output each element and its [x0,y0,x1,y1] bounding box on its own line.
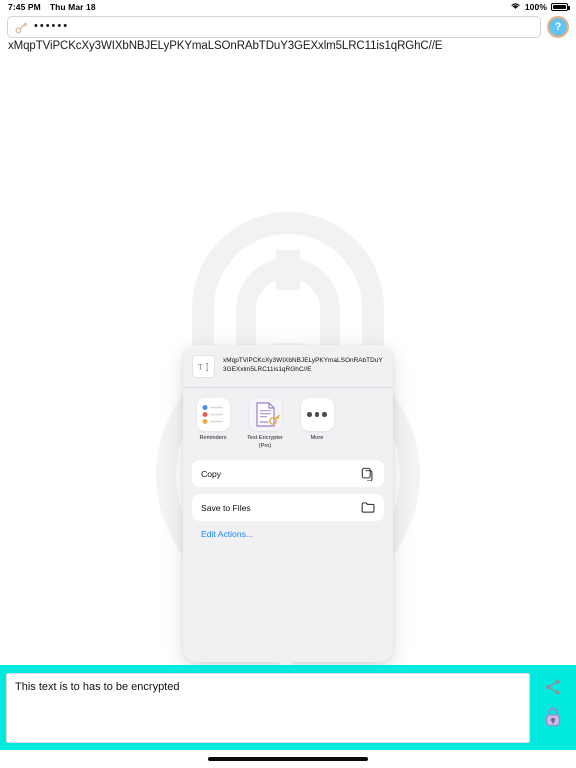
password-input[interactable]: •••••• [7,16,541,38]
bottom-input-panel: This text is to has to be encrypted [0,665,576,750]
action-save-to-files-label: Save to Files [201,502,251,513]
ellipsis-icon [300,398,334,431]
encrypted-output-text: xMqpTViPCKcXy3WIXbNBJELyPKYmaLSOnRAbTDuY… [8,40,443,52]
help-button[interactable]: ? [547,16,569,38]
share-sheet-action-list: Copy Save to Files Edit Actions... [183,454,393,539]
action-copy[interactable]: Copy [192,460,384,487]
ipad-screen: 7:45 PM Thu Mar 18 100% •••••• ? xMqpTVi… [0,0,576,768]
status-bar-date: Thu Mar 18 [49,2,96,12]
password-toolbar: •••••• ? [0,15,576,39]
home-indicator [208,757,368,761]
plaintext-input-value: This text is to has to be encrypted [15,681,180,693]
reminders-app-icon [196,398,230,431]
plaintext-input[interactable]: This text is to has to be encrypted [6,673,530,743]
status-bar-time: 7:45 PM [8,2,41,12]
bottom-side-actions [530,665,576,750]
action-save-to-files[interactable]: Save to Files [192,494,384,521]
status-bar: 7:45 PM Thu Mar 18 100% [0,0,576,14]
share-app-more[interactable]: More [296,398,338,450]
share-button[interactable] [544,678,562,701]
share-sheet-header: T xMqpTViPCKcXy3WIXbNBJELyPKYmaLSOnRAbTD… [183,345,393,388]
battery-percent-label: 100% [524,2,547,12]
text-cursor-icon: T [192,355,215,378]
password-masked-value: •••••• [34,20,70,32]
lock-button[interactable] [543,706,563,733]
share-sheet-apps-row: Reminders Text Encrypter (Pro) More [183,388,393,454]
copy-icon [361,467,375,481]
share-sheet-popover: T xMqpTViPCKcXy3WIXbNBJELyPKYmaLSOnRAbTD… [183,345,393,662]
status-bar-right-group: 100% [510,2,570,12]
share-app-label: Text Encrypter (Pro) [247,435,283,449]
battery-icon [551,3,570,11]
share-app-label: More [310,435,324,441]
share-sheet-subject: xMqpTViPCKcXy3WIXbNBJELyPKYmaLSOnRAbTDuY… [223,357,383,373]
share-app-label: Reminders [199,435,227,441]
action-copy-label: Copy [201,468,222,479]
text-encrypter-app-icon [248,398,282,431]
help-button-label: ? [554,21,562,33]
key-icon [15,21,28,34]
wifi-icon [510,2,521,12]
share-app-reminders[interactable]: Reminders [192,398,234,450]
share-app-text-encrypter[interactable]: Text Encrypter (Pro) [244,398,286,450]
folder-icon [361,501,375,514]
svg-text:T: T [197,361,203,371]
edit-actions-link[interactable]: Edit Actions... [192,528,384,539]
